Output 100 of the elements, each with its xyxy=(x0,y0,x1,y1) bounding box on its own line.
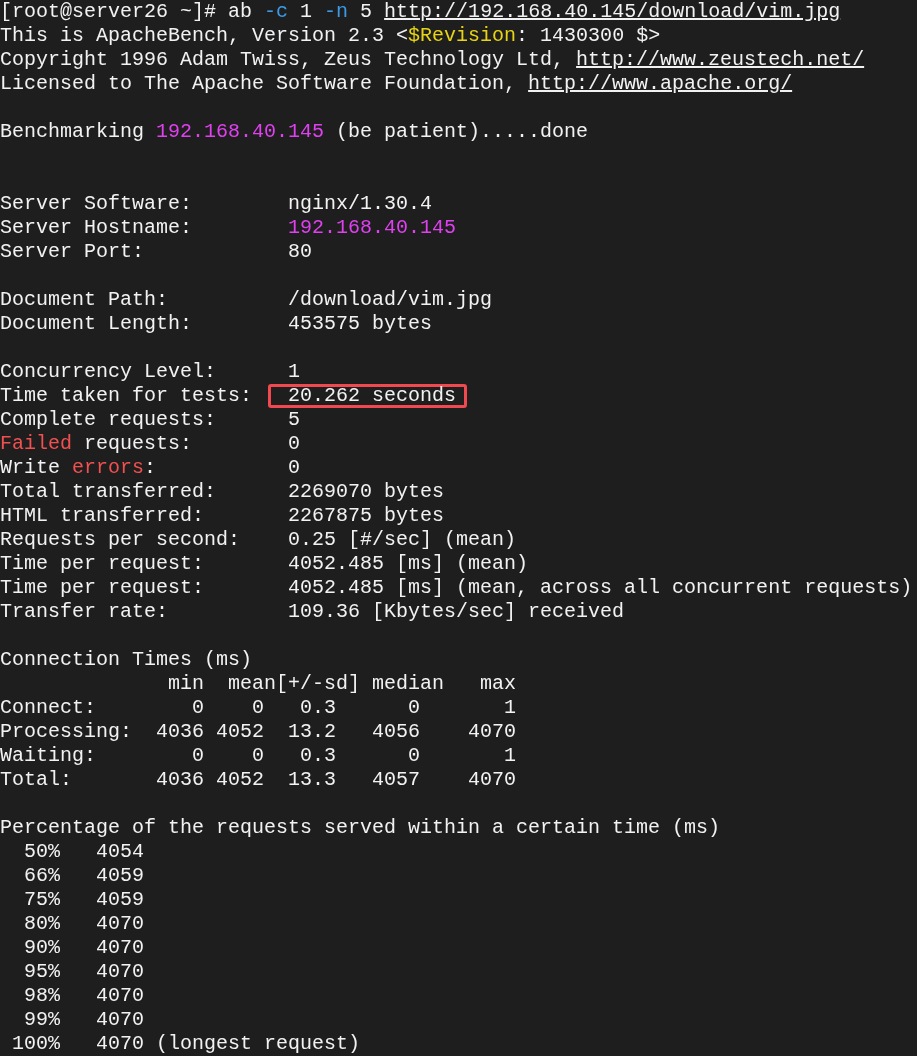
table-cell-text: 0 xyxy=(191,696,204,720)
percentile-time: 4054 xyxy=(95,840,144,864)
url-link[interactable]: http://www.apache.org/ xyxy=(528,72,793,96)
terminal-text: 2269070 bytes xyxy=(288,480,445,503)
percentile-label: 66% xyxy=(23,864,60,888)
terminal-text: 2267875 bytes xyxy=(288,504,445,527)
terminal-text: Complete requests: xyxy=(0,408,217,432)
terminal-text: Requests per second: xyxy=(0,528,241,552)
table-cell-text: 1 xyxy=(503,696,517,720)
table-cell-text: 0 xyxy=(407,744,420,768)
row-label: Waiting: xyxy=(0,744,97,768)
table-cell-text: 4056 xyxy=(371,720,420,744)
terminal-text: 4052.485 [ms] (mean) xyxy=(288,552,529,575)
column-header: min xyxy=(167,672,204,696)
terminal-text: 0 xyxy=(288,432,301,455)
terminal-text: 5 xyxy=(359,0,374,24)
table-cell-text: 4070 xyxy=(467,768,517,792)
terminal-text: Time per request: xyxy=(0,552,205,576)
table-cell-text: 0.3 xyxy=(299,696,336,720)
percentile-time: 4059 xyxy=(95,888,144,912)
percentile-label: 80% xyxy=(23,912,60,936)
percentile-label: 100% xyxy=(11,1032,60,1056)
terminal-text: 109.36 [Kbytes/sec] received xyxy=(288,600,625,623)
percentile-label: 50% xyxy=(23,840,60,864)
section-title: Percentage of the requests served within a certain time (ms) xyxy=(0,816,721,840)
terminal-text: -c xyxy=(264,0,289,24)
table-cell-text: 4052 xyxy=(215,720,264,744)
table-cell-text: 4036 xyxy=(155,720,204,744)
terminal-text: (be patient).....done xyxy=(335,120,589,144)
table-cell-text: 0.3 xyxy=(299,744,336,768)
column-header: mean[+/-sd] xyxy=(227,672,361,696)
terminal-text: Failed xyxy=(0,432,72,456)
percentile-time: 4070 xyxy=(95,1008,144,1032)
terminal-text: : 1430300 $> xyxy=(516,24,661,48)
terminal-text: Concurrency Level: xyxy=(0,360,217,384)
table-cell-text: 1 xyxy=(503,744,517,768)
percentile-label: 98% xyxy=(23,984,60,1008)
terminal-text: $Revision xyxy=(408,24,517,48)
table-cell-text: 13.3 xyxy=(287,768,336,792)
percentile-label: 99% xyxy=(23,1008,60,1032)
table-cell-text: 4057 xyxy=(371,768,420,792)
terminal-text: Write xyxy=(0,456,61,480)
terminal-text: 1 xyxy=(299,0,314,24)
table-cell-text: 0 xyxy=(191,744,204,768)
terminal-text: Licensed to The Apache Software Foundation, xyxy=(0,72,518,96)
terminal-text: 0 xyxy=(288,456,301,479)
terminal-text: nginx/1.30.4 xyxy=(288,192,433,215)
terminal-text: Server Software: xyxy=(0,192,193,216)
percentile-time: 4070 xyxy=(95,960,144,984)
terminal-text: Copyright 1996 Adam Twiss, Zeus Technology Ltd, xyxy=(0,48,566,72)
table-title: Connection Times (ms) xyxy=(0,648,253,672)
terminal-text: Document Path: xyxy=(0,288,169,312)
terminal-text: -n xyxy=(324,0,349,24)
terminal-text: Transfer rate: xyxy=(0,600,169,624)
table-cell-text: 4036 xyxy=(155,768,204,792)
percentile-label: 90% xyxy=(23,936,60,960)
terminal-text: 5 xyxy=(288,408,301,431)
row-label: Processing: xyxy=(0,720,132,744)
table-cell-text: 0 xyxy=(251,744,264,768)
terminal-text: 4052.485 [ms] (mean, across all concurrent requests) xyxy=(288,576,913,599)
percentile-time: 4070 xyxy=(95,912,144,936)
terminal-text: Time per request: xyxy=(0,576,205,600)
percentile-time: 4070 xyxy=(95,936,144,960)
url-link[interactable]: http://www.zeustech.net/ xyxy=(576,48,865,72)
table-cell-text: 13.2 xyxy=(287,720,336,744)
percentile-time: 4070 xyxy=(95,984,144,1008)
terminal-text: 80 xyxy=(288,240,313,263)
terminal-text: 20.262 seconds xyxy=(288,384,457,408)
terminal-text: Document Length: xyxy=(0,312,193,336)
row-label: Total: xyxy=(0,768,73,792)
percentile-label: 95% xyxy=(23,960,60,984)
percentile-time: 4059 xyxy=(95,864,144,888)
terminal-text: [root@server26 ~]# ab xyxy=(0,0,254,24)
terminal-text: 453575 bytes xyxy=(288,312,433,335)
percentile-note: (longest request) xyxy=(155,1032,361,1056)
terminal-text: Server Port: xyxy=(0,240,145,264)
percentile-time: 4070 xyxy=(95,1032,144,1056)
terminal-text: HTML transferred: xyxy=(0,504,205,528)
table-cell-text: 4070 xyxy=(467,720,517,744)
terminal-text: This is ApacheBench, Version 2.3 < xyxy=(0,24,409,48)
url-link[interactable]: http://192.168.40.145/download/vim.jpg xyxy=(384,0,841,24)
row-label: Connect: xyxy=(0,696,97,720)
terminal-text: Total transferred: xyxy=(0,480,217,504)
terminal-text: /download/vim.jpg xyxy=(288,288,493,311)
terminal-text: 1 xyxy=(288,360,301,383)
terminal-text: errors xyxy=(72,456,145,480)
table-cell-text: 4052 xyxy=(215,768,264,792)
terminal-text: 0.25 [#/sec] (mean) xyxy=(288,528,517,551)
terminal-text: requests: xyxy=(83,432,193,456)
terminal-text: 192.168.40.145 xyxy=(288,216,457,239)
column-header: median xyxy=(371,672,445,696)
terminal-text: Time taken for tests: xyxy=(0,384,253,408)
terminal-text: Server Hostname: xyxy=(0,216,193,240)
terminal-text: : xyxy=(144,456,157,480)
percentile-label: 75% xyxy=(23,888,60,912)
column-header: max xyxy=(479,672,517,696)
table-cell-text: 0 xyxy=(251,696,264,720)
terminal-text: 192.168.40.145 xyxy=(156,120,325,144)
terminal-text: Benchmarking xyxy=(0,120,146,144)
table-cell-text: 0 xyxy=(407,696,420,720)
